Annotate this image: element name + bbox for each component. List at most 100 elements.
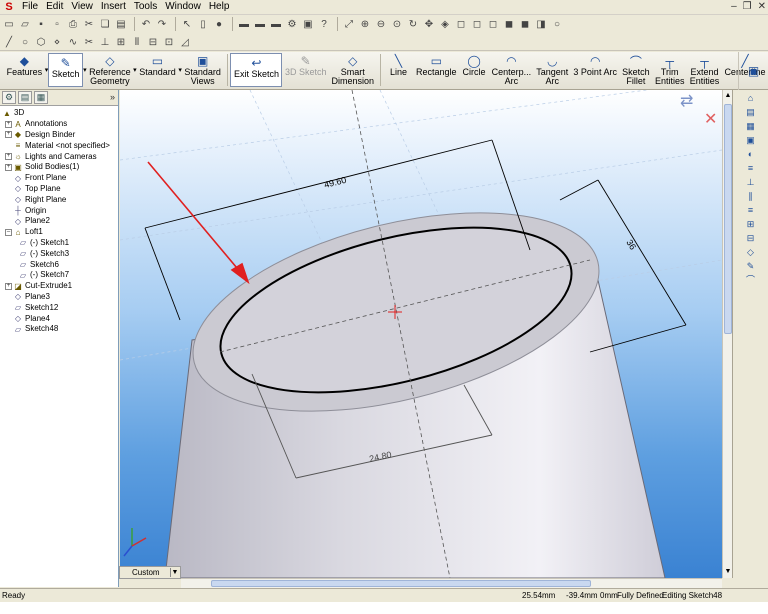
layer-icon[interactable]: ▬ — [253, 17, 267, 31]
menu-help[interactable]: Help — [205, 0, 234, 14]
close-icon[interactable]: ✕ — [758, 1, 766, 12]
options-icon[interactable]: ⚙ — [285, 17, 299, 31]
menu-edit[interactable]: Edit — [42, 0, 67, 14]
vertical-scrollbar[interactable]: ▲ ▼ — [722, 90, 732, 578]
file-explorer-icon[interactable]: ▦ — [745, 120, 757, 132]
expand-icon[interactable]: + — [5, 120, 12, 128]
cmd-smart-dimension[interactable]: ◇ Smart Dimension — [329, 52, 377, 86]
tree-item[interactable]: ▱ Sketch12 — [0, 302, 118, 313]
task-pane-toggle[interactable]: ▣ — [738, 52, 768, 90]
sketch-point-icon[interactable]: ⋄ — [50, 35, 64, 49]
expand-icon[interactable]: + — [5, 163, 12, 171]
hidden-lines-icon[interactable]: ◻ — [470, 17, 484, 31]
cmd-rectangle[interactable]: ▭ Rectangle — [413, 52, 459, 77]
sketch-dimension-icon[interactable]: ◿ — [178, 35, 192, 49]
relation-icon[interactable]: ≡ — [745, 204, 757, 216]
cmd-3d-sketch[interactable]: ✎ 3D Sketch — [282, 52, 329, 77]
featuremanager-tab-icon[interactable]: ⚙ — [2, 91, 16, 104]
tree-item[interactable]: ◇ Right Plane — [0, 194, 118, 205]
sketch-relations-icon[interactable]: ⊥ — [98, 35, 112, 49]
document-properties-icon[interactable]: ▣ — [301, 17, 315, 31]
zoom-in-out-icon[interactable]: ⊖ — [374, 17, 388, 31]
vertical-scroll-thumb[interactable] — [724, 104, 732, 334]
collapse-icon[interactable]: – — [5, 228, 12, 236]
menu-view[interactable]: View — [67, 0, 97, 14]
chevron-down-icon[interactable]: ▼ — [170, 568, 179, 577]
relation-icon[interactable]: ⊞ — [745, 218, 757, 230]
sketch-offset-icon[interactable]: ⊡ — [162, 35, 176, 49]
realview-icon[interactable]: ○ — [550, 17, 564, 31]
wireframe-icon[interactable]: ◻ — [454, 17, 468, 31]
zoom-selection-icon[interactable]: ⊙ — [390, 17, 404, 31]
relation-icon[interactable]: ⊟ — [745, 232, 757, 244]
tree-item[interactable]: ┼ Origin — [0, 205, 118, 216]
appearances-icon[interactable]: ◐ — [745, 148, 757, 160]
help-icon[interactable]: ? — [317, 17, 331, 31]
sketch-polygon-icon[interactable]: ⬡ — [34, 35, 48, 49]
cmd-exit-sketch[interactable]: ↩ Exit Sketch — [230, 53, 283, 87]
sketch-circle-icon[interactable]: ○ — [18, 35, 32, 49]
cmd-standard[interactable]: ▭ Standard — [137, 52, 179, 77]
zoom-to-fit-icon[interactable]: ⤢ — [342, 17, 356, 31]
section-view-icon[interactable]: ◨ — [534, 17, 548, 31]
minimize-icon[interactable]: – — [731, 1, 737, 12]
open-icon[interactable]: ▱ — [18, 17, 32, 31]
tree-item[interactable]: ◇ Plane3 — [0, 292, 118, 303]
menu-tools[interactable]: Tools — [130, 0, 161, 14]
design-library-icon[interactable]: ▤ — [745, 106, 757, 118]
confirm-sketch-icon[interactable]: ⇄ — [680, 93, 693, 110]
sketch-spline-icon[interactable]: ∿ — [66, 35, 80, 49]
tree-item[interactable]: + ◆ Design Binder — [0, 130, 118, 141]
app-logo-icon[interactable]: S — [2, 1, 16, 13]
configuration-select[interactable]: Custom ▼ — [119, 566, 181, 579]
cancel-sketch-icon[interactable]: ✕ — [704, 111, 717, 128]
cmd-standard-views[interactable]: ▣ Standard Views — [182, 52, 224, 86]
menu-window[interactable]: Window — [161, 0, 205, 14]
relation-icon[interactable]: ∥ — [745, 190, 757, 202]
new-icon[interactable]: ▭ — [2, 17, 16, 31]
save-icon[interactable]: ▪ — [34, 17, 48, 31]
hidden-lines-removed-icon[interactable]: ◻ — [486, 17, 500, 31]
menu-file[interactable]: File — [18, 0, 42, 14]
copy-icon[interactable]: ❏ — [98, 17, 112, 31]
cmd-features[interactable]: ◆ Features — [4, 52, 45, 77]
tree-item[interactable]: ▱ Sketch6 — [0, 259, 118, 270]
cmd-centerpoint-arc[interactable]: ◠ Centerp... Arc — [489, 52, 534, 86]
dimension-top-label[interactable]: 49.60 — [323, 175, 347, 190]
tree-item[interactable]: + ☼ Lights and Cameras — [0, 151, 118, 162]
tree-item[interactable]: – ⌂ Loft1 — [0, 227, 118, 238]
cmd-sketch-fillet[interactable]: ⌒ Sketch Fillet — [619, 52, 652, 86]
cmd-tangent-arc[interactable]: ◡ Tangent Arc — [534, 52, 571, 86]
sketch-grid-icon[interactable]: ⊟ — [146, 35, 160, 49]
sketch-mirror-icon[interactable]: ⫴ — [130, 35, 144, 49]
tree-item[interactable]: ◇ Top Plane — [0, 184, 118, 195]
print-icon[interactable]: ⎙ — [66, 17, 80, 31]
graphics-area[interactable]: 49.60 36 24.80 ⇄ ✕ — [120, 90, 722, 578]
expand-icon[interactable]: + — [5, 153, 12, 161]
tree-item[interactable]: ≡ Material <not specified> — [0, 140, 118, 151]
tree-item[interactable]: ▱ (-) Sketch7 — [0, 270, 118, 281]
propertymanager-tab-icon[interactable]: ▤ — [18, 91, 32, 104]
tree-item[interactable]: ◇ Front Plane — [0, 173, 118, 184]
custom-properties-icon[interactable]: ≡ — [745, 162, 757, 174]
undo-icon[interactable]: ↶ — [139, 17, 153, 31]
expand-icon[interactable]: + — [5, 131, 12, 139]
redo-icon[interactable]: ↷ — [155, 17, 169, 31]
tree-item[interactable]: + A Annotations — [0, 119, 118, 130]
traffic-light-icon[interactable]: ● — [212, 17, 226, 31]
sketch-construction-icon[interactable]: ⊞ — [114, 35, 128, 49]
cmd-trim-entities[interactable]: ┬ Trim Entities — [652, 52, 687, 86]
expand-panel-icon[interactable]: » — [110, 92, 115, 102]
tree-item[interactable]: ▱ (-) Sketch1 — [0, 238, 118, 249]
shaded-icon[interactable]: ◼ — [518, 17, 532, 31]
relation-icon[interactable]: ⊥ — [745, 176, 757, 188]
tree-item[interactable]: + ▣ Solid Bodies(1) — [0, 162, 118, 173]
menu-insert[interactable]: Insert — [97, 0, 130, 14]
zoom-to-area-icon[interactable]: ⊕ — [358, 17, 372, 31]
sketch-trim-icon[interactable]: ✂ — [82, 35, 96, 49]
cut-icon[interactable]: ✂ — [82, 17, 96, 31]
relation-icon[interactable]: ◇ — [745, 246, 757, 258]
tree-item[interactable]: ◇ Plane4 — [0, 313, 118, 324]
view-palette-icon[interactable]: ▣ — [745, 134, 757, 146]
rotate-view-icon[interactable]: ↻ — [406, 17, 420, 31]
